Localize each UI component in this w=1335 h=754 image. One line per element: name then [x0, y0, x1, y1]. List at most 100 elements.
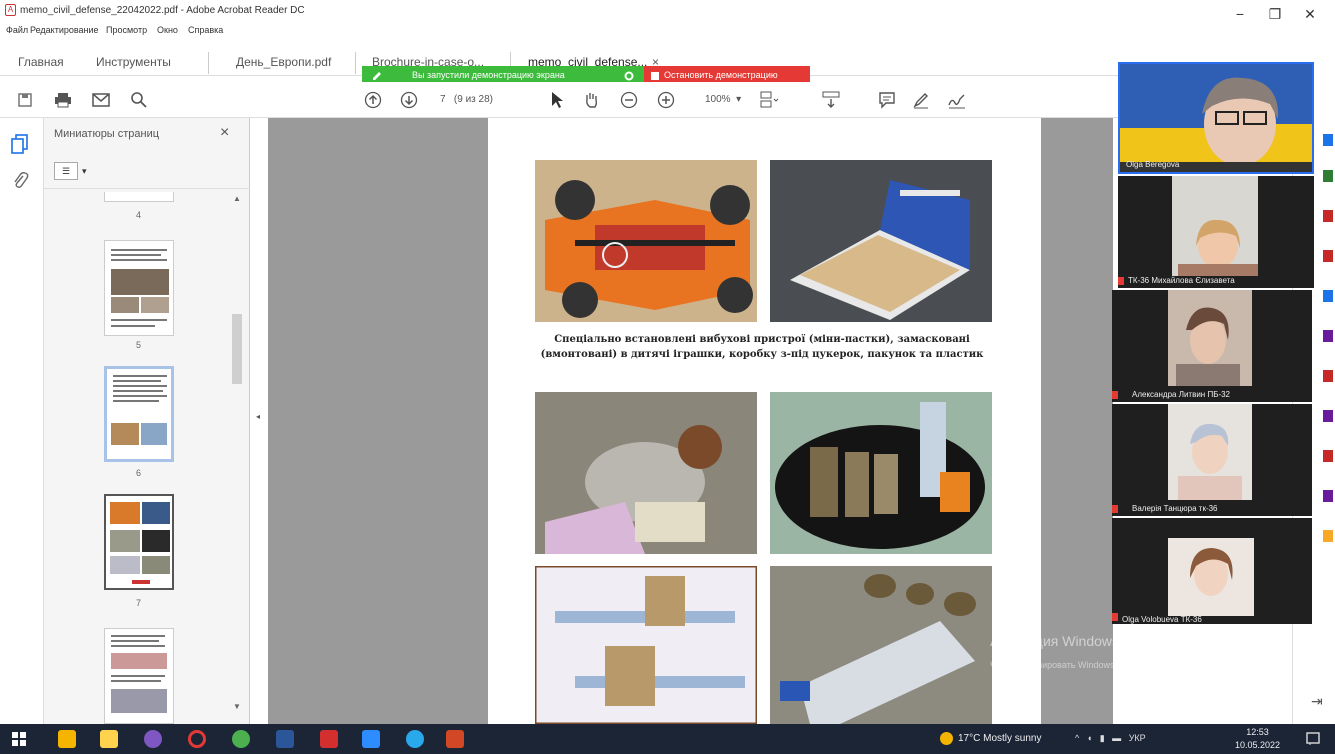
- tab-doc-europe[interactable]: День_Европи.pdf: [236, 55, 331, 69]
- tab-home[interactable]: Главная: [18, 55, 64, 69]
- pages-icon[interactable]: [11, 134, 29, 154]
- gear-icon[interactable]: [624, 71, 634, 81]
- left-rail: [0, 118, 44, 724]
- chevron-down-icon[interactable]: ▾: [82, 166, 87, 177]
- scroll-down-icon[interactable]: ▼: [233, 702, 241, 711]
- collapse-panel-icon[interactable]: ◂: [256, 412, 260, 421]
- tool-icon[interactable]: [1323, 134, 1333, 146]
- sign-icon[interactable]: [946, 89, 968, 111]
- system-tray[interactable]: ^ ◖ ▮ ▬ УКР: [1075, 733, 1146, 744]
- opera-icon[interactable]: [188, 730, 206, 748]
- taskbar-app-icon[interactable]: [58, 730, 76, 748]
- participant-tile[interactable]: Валерія Танцюра тк-36: [1112, 404, 1312, 516]
- print-icon[interactable]: [52, 89, 74, 111]
- attachment-icon[interactable]: [11, 170, 29, 190]
- tool-icon[interactable]: [1323, 290, 1333, 302]
- stop-share-label: Остановить демонстрацию: [664, 70, 778, 80]
- participant-tile[interactable]: ТК-36 Михайлова Єлизавета: [1118, 176, 1314, 288]
- tab-tools[interactable]: Инструменты: [96, 55, 171, 69]
- screen-share-text: Вы запустили демонстрацию экрана: [412, 70, 565, 80]
- participant-tile[interactable]: Olga Beregova: [1118, 62, 1314, 174]
- powerpoint-icon[interactable]: [446, 730, 464, 748]
- menu-file[interactable]: Файл: [6, 25, 28, 35]
- tool-icon[interactable]: [1323, 250, 1333, 262]
- email-icon[interactable]: [90, 89, 112, 111]
- comment-icon[interactable]: [876, 89, 898, 111]
- telegram-icon[interactable]: [406, 730, 424, 748]
- pencil-icon[interactable]: [372, 71, 382, 81]
- menu-window[interactable]: Окно: [157, 25, 178, 35]
- photo-bag-bottles: [770, 392, 992, 554]
- menu-view[interactable]: Просмотр: [106, 25, 147, 35]
- thumbnail-label: 5: [136, 340, 142, 350]
- weather-widget[interactable]: 17°C Mostly sunny: [958, 733, 1041, 744]
- photo-toy-car: [535, 160, 757, 322]
- tool-icon[interactable]: [1323, 450, 1333, 462]
- maximize-button[interactable]: ❐: [1265, 6, 1285, 23]
- thumbnail-page-4[interactable]: [104, 192, 174, 202]
- thumbnail-page-7[interactable]: [104, 494, 174, 590]
- highlight-pen-icon[interactable]: [910, 89, 932, 111]
- taskbar-clock[interactable]: 12:53 10.05.2022: [1235, 726, 1280, 752]
- participant-tile[interactable]: Olga Volobueva ТК-36: [1112, 518, 1312, 624]
- mic-muted-icon: [1112, 613, 1118, 621]
- page-current[interactable]: 7: [440, 94, 446, 105]
- document-viewport[interactable]: Спеціально встановлені вибухові пристрої…: [268, 118, 1113, 724]
- tool-icon[interactable]: [1323, 490, 1333, 502]
- participant-tile[interactable]: Александра Литвин ПБ-32: [1112, 290, 1312, 402]
- file-explorer-icon[interactable]: [100, 730, 118, 748]
- zoom-icon[interactable]: [362, 730, 380, 748]
- minimize-button[interactable]: −: [1230, 6, 1250, 22]
- select-cursor-icon[interactable]: [546, 89, 568, 111]
- page-number-field[interactable]: 7 (9 из 28): [440, 94, 493, 105]
- page-layout-icon[interactable]: [758, 89, 780, 111]
- thumbnail-page-5[interactable]: [104, 240, 174, 336]
- volume-icon[interactable]: ◖: [1087, 733, 1092, 743]
- menu-help[interactable]: Справка: [188, 25, 223, 35]
- scrollbar-thumb[interactable]: [232, 314, 242, 384]
- page-of: (9 из 28): [453, 94, 493, 105]
- tool-icon[interactable]: [1323, 370, 1333, 382]
- zoom-out-icon[interactable]: [618, 89, 640, 111]
- tool-icon[interactable]: [1323, 330, 1333, 342]
- page-up-icon[interactable]: [362, 89, 384, 111]
- tool-icon[interactable]: [1323, 210, 1333, 222]
- zoom-in-icon[interactable]: [655, 89, 677, 111]
- thumbnail-panel-title: Миниатюры страниц: [54, 128, 160, 140]
- tool-icon[interactable]: [1323, 170, 1333, 182]
- tool-icon[interactable]: [1323, 530, 1333, 542]
- participant-video: [1112, 518, 1312, 624]
- zoom-value: 100%: [705, 94, 731, 105]
- thumbnail-page-6[interactable]: [104, 366, 174, 462]
- zoom-select[interactable]: 100% ▾: [705, 94, 741, 105]
- language-indicator[interactable]: УКР: [1129, 733, 1146, 743]
- participant-name: Olga Beregova: [1126, 160, 1180, 169]
- thumbnail-page-8[interactable]: [104, 628, 174, 724]
- hand-tool-icon[interactable]: [580, 89, 602, 111]
- windows-start-icon[interactable]: [12, 732, 26, 746]
- windows-activation-title: Активация Windows: [990, 633, 1120, 649]
- notifications-icon[interactable]: [1306, 732, 1320, 746]
- thumbnail-scrollbar[interactable]: ▲ ▼: [232, 194, 242, 714]
- sun-icon: [940, 732, 953, 745]
- photo-grenades-bottle: [770, 566, 992, 724]
- thumbnail-panel-close-icon[interactable]: ×: [220, 124, 229, 142]
- viber-icon[interactable]: [144, 730, 162, 748]
- battery-icon[interactable]: ▬: [1112, 733, 1121, 743]
- tab-separator: [355, 52, 356, 74]
- network-icon[interactable]: ▮: [1100, 733, 1105, 743]
- expand-panel-icon[interactable]: ⇥: [1311, 693, 1323, 710]
- close-button[interactable]: ✕: [1300, 6, 1320, 23]
- search-icon[interactable]: [128, 89, 150, 111]
- save-icon[interactable]: [14, 89, 36, 111]
- acrobat-taskbar-icon[interactable]: [320, 730, 338, 748]
- chrome-icon[interactable]: [232, 730, 250, 748]
- thumbnail-options-button[interactable]: ☰: [54, 162, 78, 180]
- chevron-up-icon[interactable]: ^: [1075, 733, 1079, 743]
- scroll-up-icon[interactable]: ▲: [233, 194, 241, 203]
- tool-icon[interactable]: [1323, 410, 1333, 422]
- menu-edit[interactable]: Редактирование: [30, 25, 99, 35]
- scroll-mode-icon[interactable]: [820, 89, 842, 111]
- word-icon[interactable]: [276, 730, 294, 748]
- page-down-icon[interactable]: [398, 89, 420, 111]
